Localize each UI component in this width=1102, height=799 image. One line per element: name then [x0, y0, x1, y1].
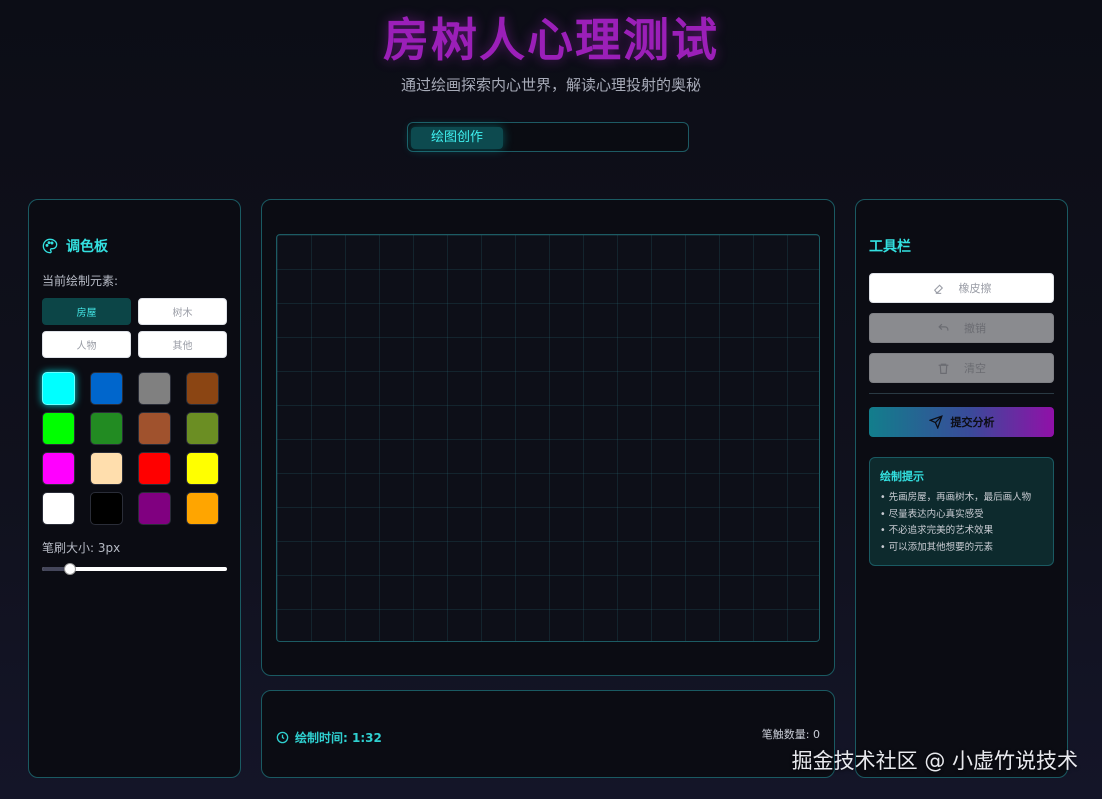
undo-icon	[938, 323, 949, 331]
color-swatches	[42, 372, 227, 525]
element-selector: 房屋 树木 人物 其他	[42, 298, 227, 358]
palette-icon	[42, 238, 58, 254]
color-swatch-orange[interactable]	[186, 492, 219, 525]
element-label: 当前绘制元素:	[42, 274, 119, 288]
tips-list: 先画房屋，再画树木，最后画人物 尽量表达内心真实感受 不必追求完美的艺术效果 可…	[880, 490, 1043, 556]
color-swatch-purple[interactable]	[138, 492, 171, 525]
undo-button[interactable]: 撤销	[869, 313, 1054, 343]
color-swatch-red[interactable]	[138, 452, 171, 485]
timer: 绘制时间: 1:32	[276, 729, 382, 746]
toolbar-title: 工具栏	[869, 239, 911, 255]
eraser-label: 橡皮擦	[958, 282, 992, 295]
palette-header: 调色板	[42, 236, 227, 256]
timer-text: 绘制时间: 1:32	[295, 730, 382, 745]
clear-label: 清空	[964, 362, 986, 375]
color-swatch-magenta[interactable]	[42, 452, 75, 485]
palette-panel: 调色板 当前绘制元素: 房屋 树木 人物 其他 笔刷大小: 3px	[28, 199, 241, 778]
brush-size-slider[interactable]	[42, 563, 227, 575]
mode-tabs: 绘图创作	[407, 122, 689, 152]
element-other-button[interactable]: 其他	[138, 331, 227, 358]
drawing-tips: 绘制提示 先画房屋，再画树木，最后画人物 尽量表达内心真实感受 不必追求完美的艺…	[869, 457, 1054, 566]
color-swatch-gray[interactable]	[138, 372, 171, 405]
color-swatch-peach[interactable]	[90, 452, 123, 485]
color-swatch-black[interactable]	[90, 492, 123, 525]
trash-icon	[938, 363, 949, 374]
element-person-button[interactable]: 人物	[42, 331, 131, 358]
page-subtitle: 通过绘画探索内心世界，解读心理投射的奥秘	[400, 76, 701, 94]
slider-thumb[interactable]	[64, 563, 76, 575]
canvas-panel	[261, 199, 835, 676]
toolbar-panel: 工具栏 橡皮擦 撤销 清空 提交分析 绘制提示 先画房屋，再画树木，最后画人物 …	[855, 199, 1068, 778]
color-swatch-brown[interactable]	[186, 372, 219, 405]
palette-title: 调色板	[66, 239, 108, 255]
tab-drawing[interactable]: 绘图创作	[411, 127, 504, 149]
clock-icon	[276, 731, 289, 743]
eraser-icon	[933, 283, 943, 294]
status-bar: 绘制时间: 1:32 笔触数量: 0	[261, 690, 835, 778]
tip-item: 先画房屋，再画树木，最后画人物	[880, 490, 1043, 507]
color-swatch-white[interactable]	[42, 492, 75, 525]
color-swatch-yellow[interactable]	[186, 452, 219, 485]
element-house-button[interactable]: 房屋	[42, 298, 131, 325]
clear-button[interactable]: 清空	[869, 353, 1054, 383]
tips-title: 绘制提示	[880, 470, 924, 483]
color-swatch-olive-drab[interactable]	[186, 412, 219, 445]
submit-label: 提交分析	[950, 416, 995, 429]
color-swatch-cyan[interactable]	[42, 372, 75, 405]
tip-item: 可以添加其他想要的元素	[880, 540, 1043, 557]
send-icon	[928, 415, 943, 429]
eraser-button[interactable]: 橡皮擦	[869, 273, 1054, 303]
undo-label: 撤销	[964, 322, 986, 335]
brush-size-label: 笔刷大小: 3px	[42, 541, 121, 555]
color-swatch-blue[interactable]	[90, 372, 123, 405]
element-tree-button[interactable]: 树木	[138, 298, 227, 325]
stroke-count: 笔触数量: 0	[761, 728, 820, 741]
tip-item: 不必追求完美的艺术效果	[880, 523, 1043, 540]
tip-item: 尽量表达内心真实感受	[880, 507, 1043, 524]
watermark: 掘金技术社区 @ 小虚竹说技术	[791, 749, 1078, 773]
color-swatch-forest-green[interactable]	[90, 412, 123, 445]
color-swatch-green[interactable]	[42, 412, 75, 445]
submit-analysis-button[interactable]: 提交分析	[869, 407, 1054, 437]
drawing-canvas[interactable]	[276, 234, 820, 642]
page-title: 房树人心理测试	[383, 13, 719, 67]
toolbar-divider	[869, 393, 1054, 394]
color-swatch-sienna[interactable]	[138, 412, 171, 445]
